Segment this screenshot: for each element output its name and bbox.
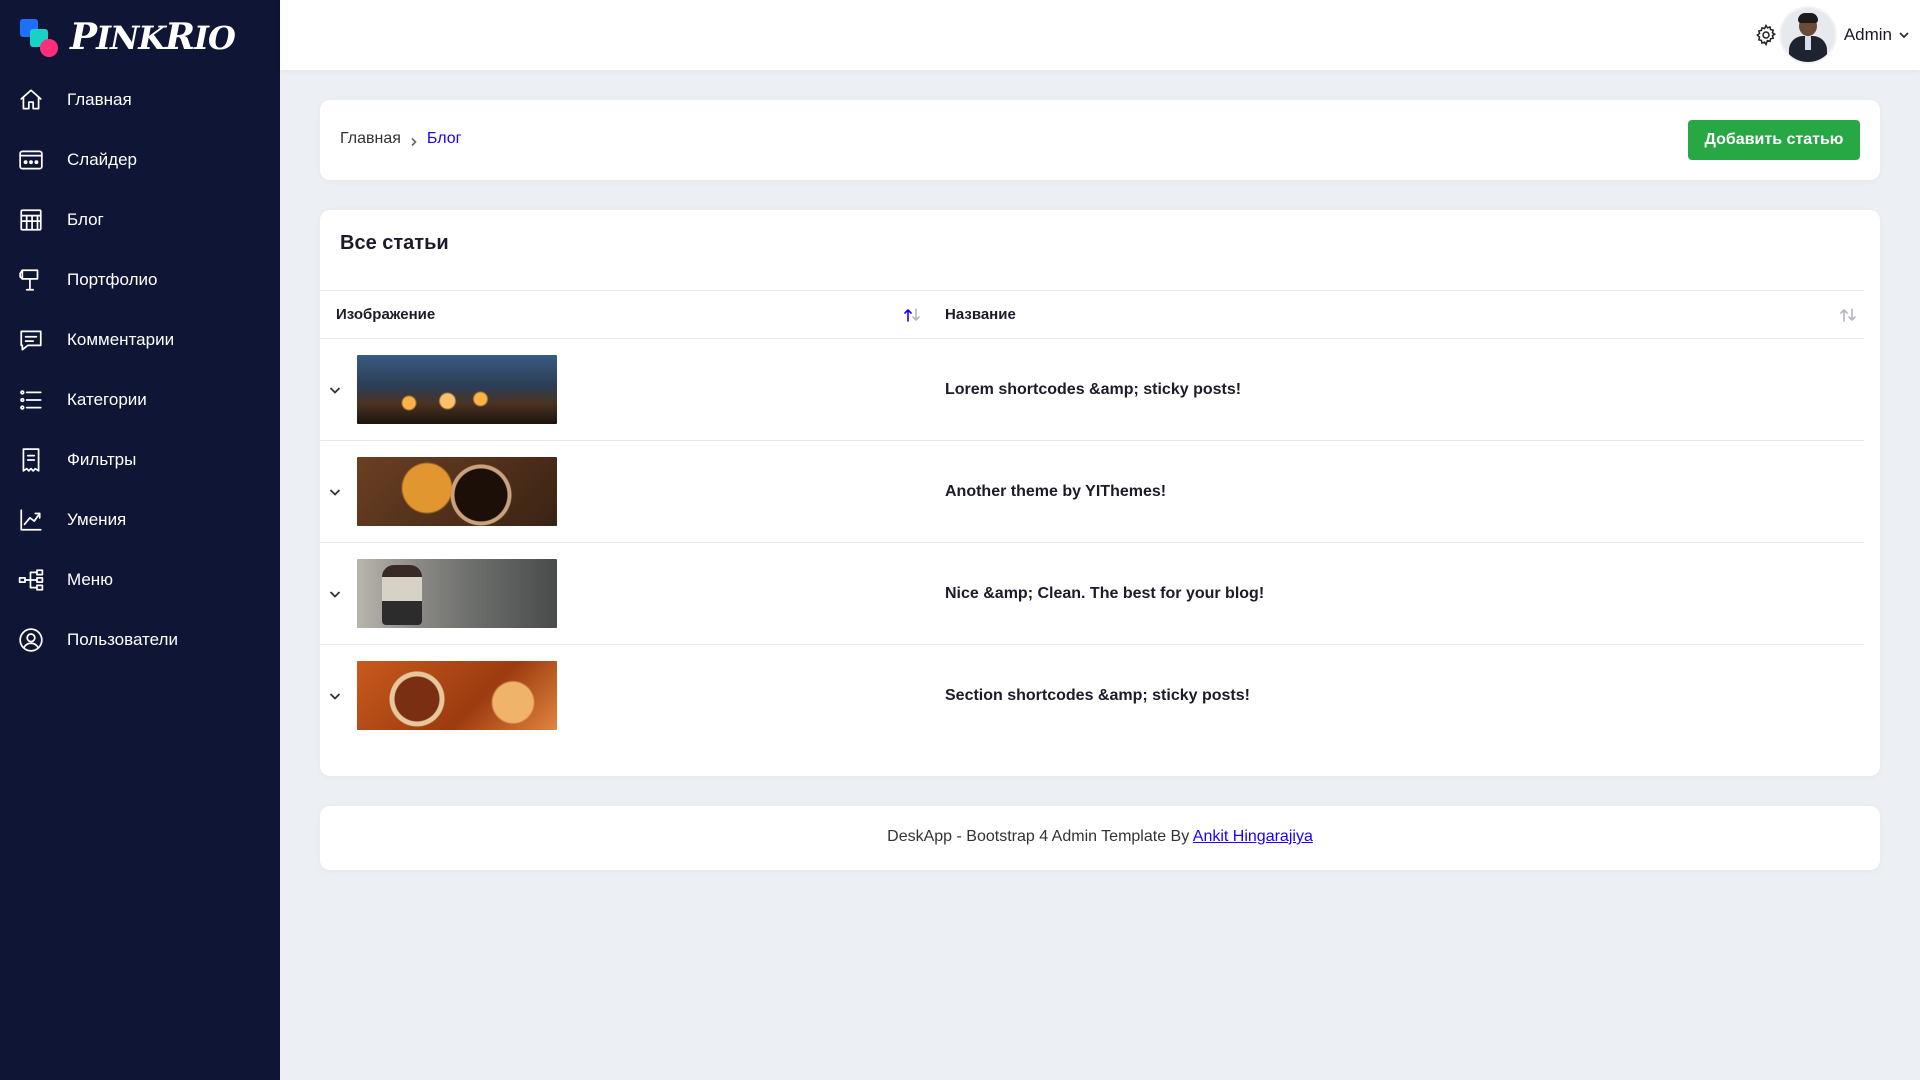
table-row: Nice &amp; Clean. The best for your blog… (320, 542, 1864, 645)
column-header-image[interactable]: Изображение (320, 290, 928, 339)
article-thumbnail (357, 355, 557, 424)
articles-card: Все статьи Изображение Название Lorem sh… (320, 210, 1880, 776)
sidebar-item-blog[interactable]: Блог (0, 190, 280, 250)
sidebar-item-portfolio[interactable]: Портфолио (0, 250, 280, 310)
footer: DeskApp - Bootstrap 4 Admin Template By … (320, 806, 1880, 870)
sort-asc-active-icon[interactable] (902, 307, 922, 323)
footer-text: DeskApp - Bootstrap 4 Admin Template By (887, 828, 1193, 845)
table-row: Lorem shortcodes &amp; sticky posts! (320, 338, 1864, 441)
avatar[interactable] (1781, 8, 1835, 62)
categories-icon (18, 387, 44, 413)
sidebar-item-skills[interactable]: Умения (0, 490, 280, 550)
sidebar-item-users[interactable]: Пользователи (0, 610, 280, 670)
sidebar-item-label: Слайдер (67, 150, 137, 169)
filters-icon (18, 447, 44, 473)
article-title: Lorem shortcodes &amp; sticky posts! (928, 338, 1864, 441)
user-name[interactable]: Admin (1844, 25, 1892, 45)
sidebar-item-label: Пользователи (67, 630, 178, 649)
sidebar-item-label: Меню (67, 570, 113, 589)
expand-chevron-icon[interactable] (328, 587, 342, 601)
footer-author-link[interactable]: Ankit Hingarajiya (1193, 828, 1313, 845)
chevron-down-icon[interactable] (1898, 28, 1910, 40)
sidebar-item-menu[interactable]: Меню (0, 550, 280, 610)
comments-icon (18, 327, 44, 353)
expand-chevron-icon[interactable] (328, 383, 342, 397)
article-title: Nice &amp; Clean. The best for your blog… (928, 542, 1864, 645)
articles-table: Изображение Название Lorem shortcodes &a… (320, 290, 1864, 747)
breadcrumb: Главная Блог (340, 130, 461, 148)
brand-name: PINKRIO (70, 16, 236, 58)
blog-icon (18, 207, 44, 233)
article-title: Section shortcodes &amp; sticky posts! (945, 686, 1250, 704)
menu-icon (18, 567, 44, 593)
article-title: Another theme by YIThemes! (928, 440, 1864, 543)
card-title: Все статьи (340, 232, 449, 254)
article-thumbnail (357, 559, 557, 628)
sidebar-item-label: Умения (67, 510, 127, 529)
sidebar-item-label: Портфолио (67, 270, 158, 289)
breadcrumb-card: Главная Блог Добавить статью (320, 100, 1880, 180)
sidebar-item-home[interactable]: Главная (0, 70, 280, 130)
slider-icon (18, 147, 44, 173)
settings-gear-icon[interactable] (1754, 23, 1778, 47)
sidebar-item-label: Фильтры (67, 450, 137, 469)
breadcrumb-current: Блог (426, 130, 462, 147)
sidebar: PINKRIO Главная Слайдер Блог Портфолио К… (0, 0, 280, 1080)
sidebar-nav: Главная Слайдер Блог Портфолио Комментар… (0, 70, 280, 670)
expand-chevron-icon[interactable] (328, 689, 342, 703)
breadcrumb-home-link[interactable]: Главная (340, 130, 401, 148)
skills-icon (18, 507, 44, 533)
sidebar-item-filters[interactable]: Фильтры (0, 430, 280, 490)
column-header-title[interactable]: Название (928, 290, 1864, 339)
article-thumbnail (357, 457, 557, 526)
portfolio-icon (18, 267, 44, 293)
table-row: Another theme by YIThemes! (320, 440, 1864, 543)
brand-logo[interactable]: PINKRIO (20, 14, 236, 60)
expand-chevron-icon[interactable] (328, 485, 342, 499)
sidebar-item-label: Категории (67, 390, 147, 409)
sort-icon[interactable] (1838, 307, 1858, 323)
sidebar-item-label: Блог (67, 210, 104, 229)
sidebar-item-comments[interactable]: Комментарии (0, 310, 280, 370)
logo-icon (20, 17, 60, 57)
sidebar-item-slider[interactable]: Слайдер (0, 130, 280, 190)
home-icon (18, 87, 44, 113)
users-icon (18, 627, 44, 653)
sidebar-item-label: Комментарии (67, 330, 175, 349)
sidebar-item-categories[interactable]: Категории (0, 370, 280, 430)
table-row: Section shortcodes &amp; sticky posts! (320, 645, 1864, 747)
sidebar-item-label: Главная (67, 90, 132, 109)
top-header: Admin (280, 0, 1920, 70)
chevron-right-icon (409, 134, 419, 147)
article-thumbnail (357, 661, 557, 731)
add-article-button[interactable]: Добавить статью (1688, 120, 1860, 160)
